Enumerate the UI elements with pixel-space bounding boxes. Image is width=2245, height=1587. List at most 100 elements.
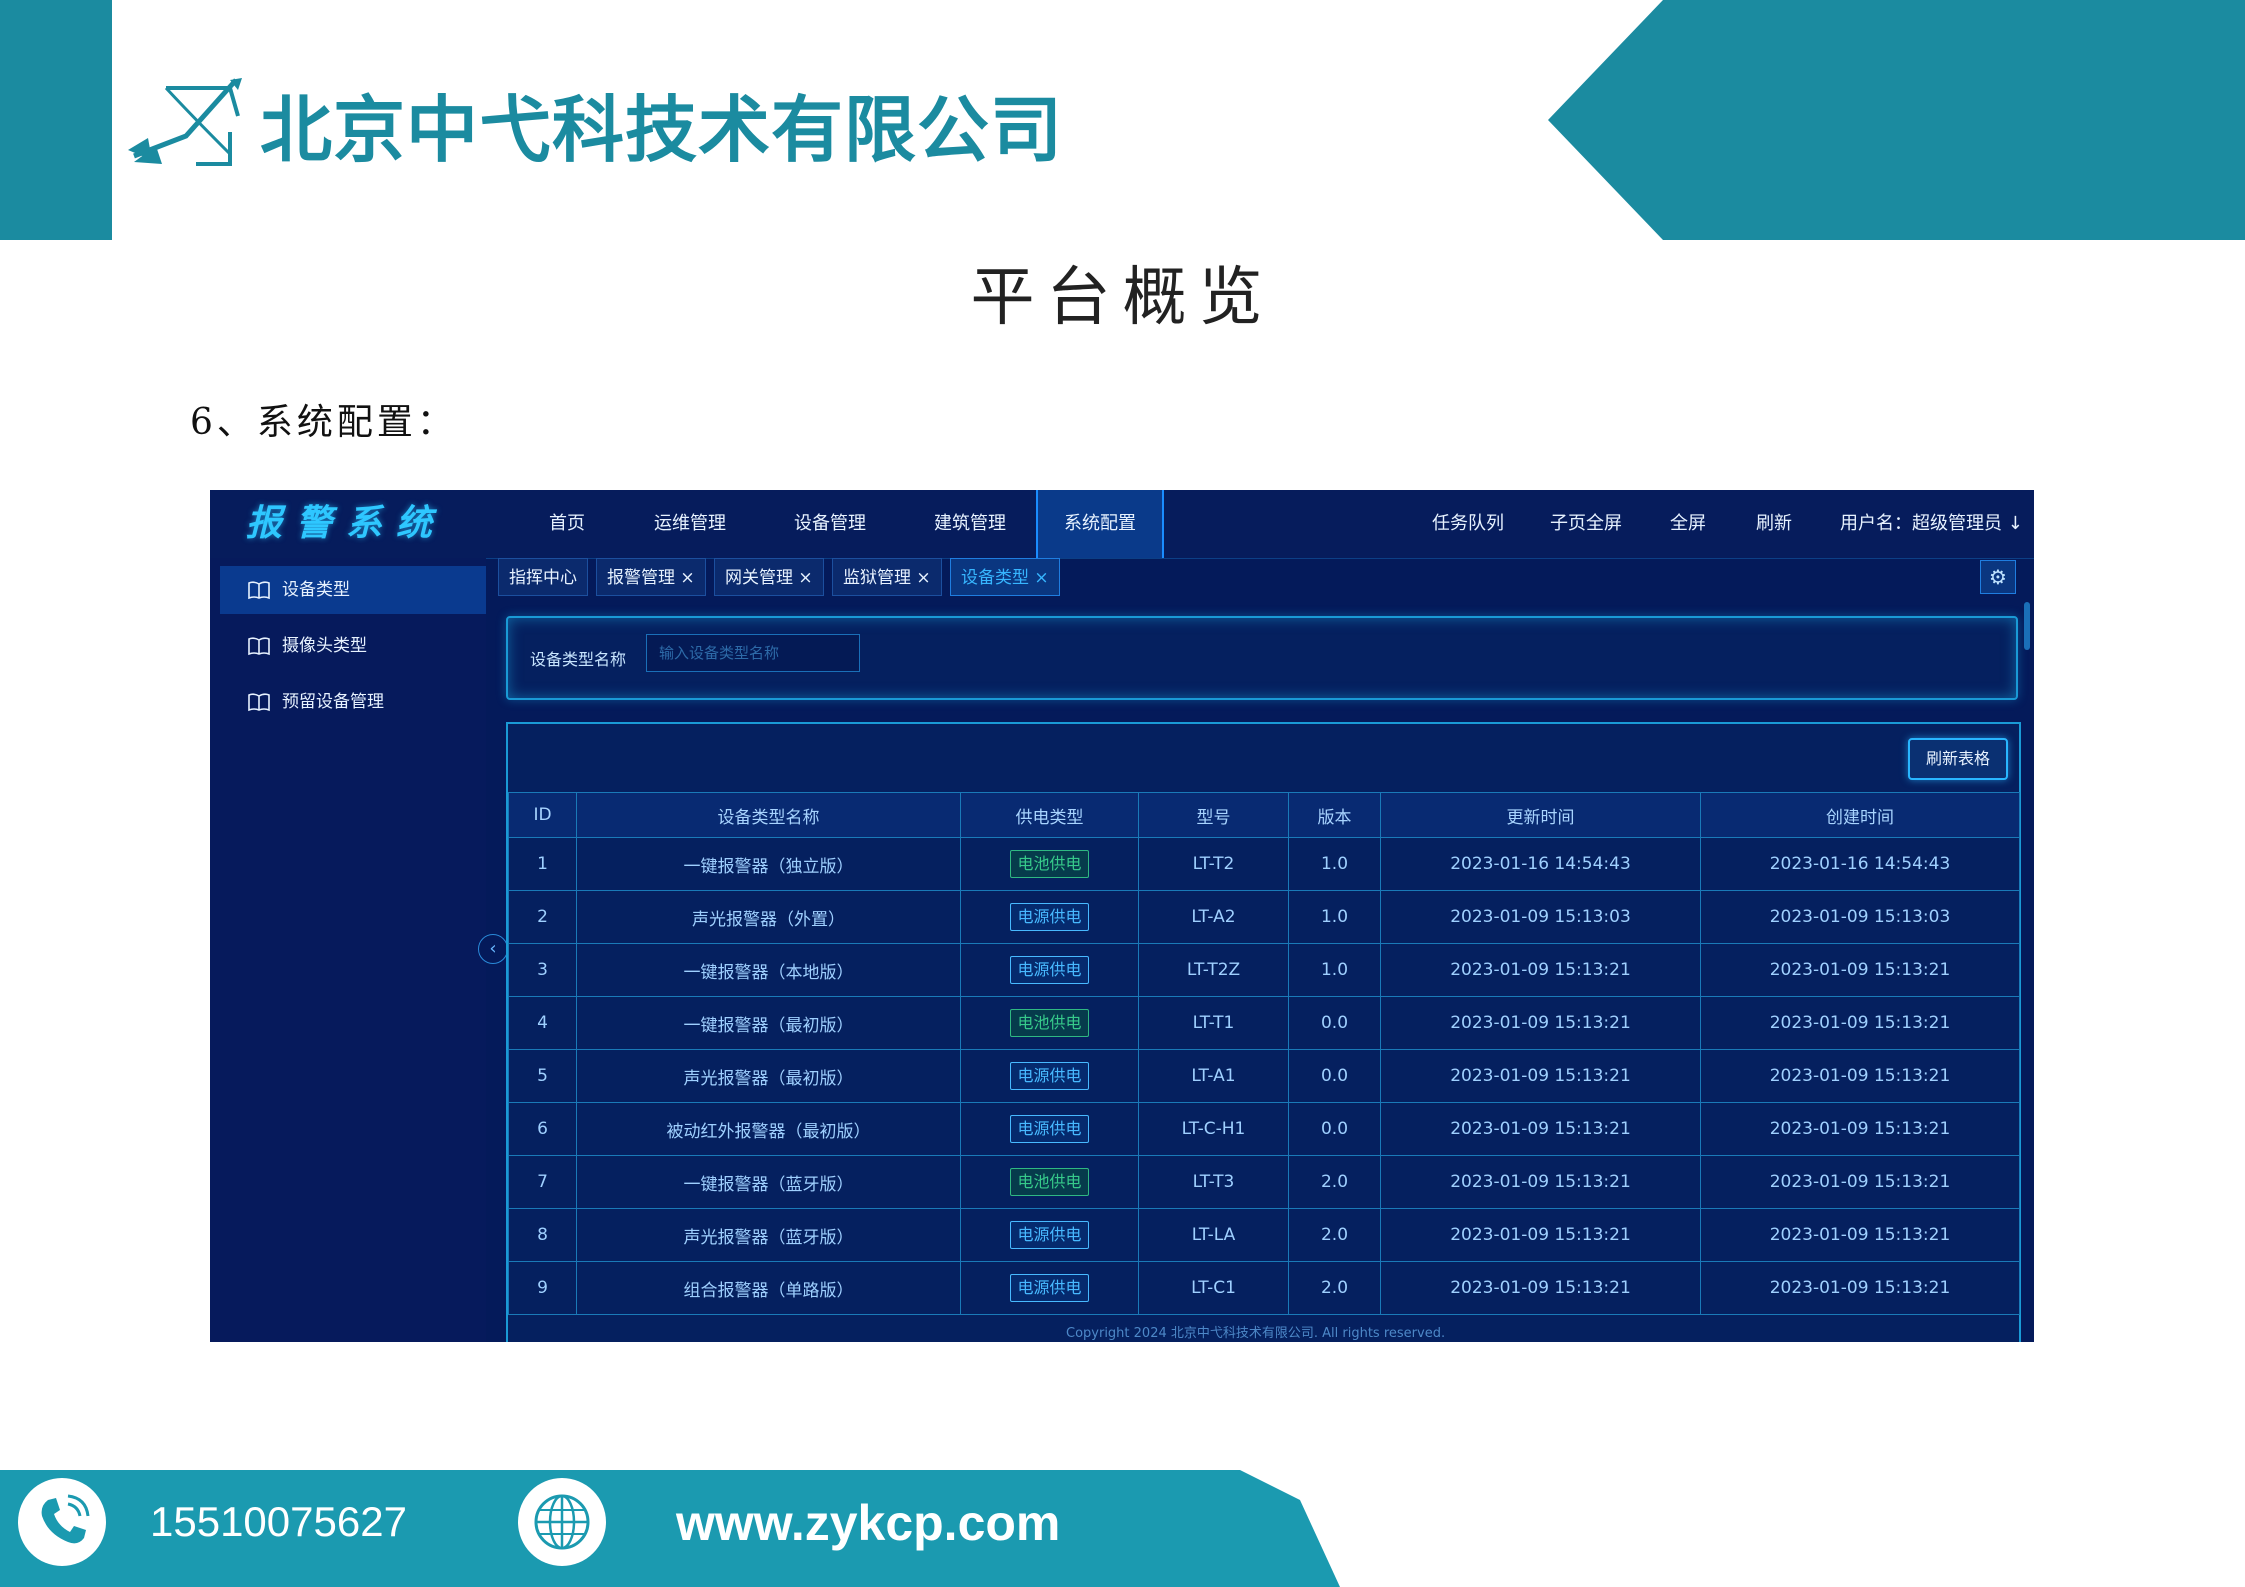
cell-name: 声光报警器（外置） bbox=[576, 890, 961, 944]
header-left-bar bbox=[0, 0, 112, 240]
book-icon bbox=[248, 637, 270, 656]
table-row[interactable]: 2 声光报警器（外置） 电源供电 LT-A2 1.0 2023-01-09 15:13:0… bbox=[508, 890, 2020, 944]
cell-model: LT-T2 bbox=[1138, 837, 1289, 891]
nav-buildings[interactable]: 建筑管理 bbox=[910, 490, 1030, 558]
power-type-badge: 电源供电 bbox=[1010, 956, 1089, 984]
cell-updated: 2023-01-09 15:13:21 bbox=[1380, 943, 1701, 997]
cell-updated: 2023-01-09 15:13:21 bbox=[1380, 1208, 1701, 1262]
cell-version: 1.0 bbox=[1288, 943, 1381, 997]
nav-devices[interactable]: 设备管理 bbox=[770, 490, 890, 558]
cell-id: 2 bbox=[508, 890, 577, 944]
cell-id: 1 bbox=[508, 837, 577, 891]
cell-model: LT-T1 bbox=[1138, 996, 1289, 1050]
book-icon bbox=[248, 693, 270, 712]
cell-updated: 2023-01-16 14:54:43 bbox=[1380, 837, 1701, 891]
cell-power-type: 电源供电 bbox=[960, 1208, 1139, 1262]
user-menu[interactable]: 用户名：超级管理员 ↓ bbox=[1840, 490, 2023, 558]
cell-version: 0.0 bbox=[1288, 1049, 1381, 1103]
cell-model: LT-LA bbox=[1138, 1208, 1289, 1262]
task-queue-button[interactable]: 任务队列 bbox=[1432, 490, 1504, 558]
cell-version: 2.0 bbox=[1288, 1261, 1381, 1315]
table-row[interactable]: 6 被动红外报警器（最初版） 电源供电 LT-C-H1 0.0 2023-01-09 15… bbox=[508, 1102, 2020, 1156]
cell-created: 2023-01-09 15:13:21 bbox=[1700, 1049, 2020, 1103]
page-title: 平台概览 bbox=[970, 261, 1275, 335]
table-row[interactable]: 9 组合报警器（单路版） 电源供电 LT-C1 2.0 2023-01-09 15:13:… bbox=[508, 1261, 2020, 1315]
cell-power-type: 电池供电 bbox=[960, 1155, 1139, 1209]
cell-created: 2023-01-09 15:13:03 bbox=[1700, 890, 2020, 944]
table-row[interactable]: 3 一键报警器（本地版） 电源供电 LT-T2Z 1.0 2023-01-09 15:13… bbox=[508, 943, 2020, 997]
cell-power-type: 电源供电 bbox=[960, 890, 1139, 944]
power-type-badge: 电源供电 bbox=[1010, 1274, 1089, 1302]
phone-icon bbox=[41, 1494, 90, 1544]
table-row[interactable]: 4 一键报警器（最初版） 电池供电 LT-T1 0.0 2023-01-09 15:13:… bbox=[508, 996, 2020, 1050]
scrollbar[interactable] bbox=[2024, 602, 2030, 650]
cell-updated: 2023-01-09 15:13:21 bbox=[1380, 996, 1701, 1050]
cell-name: 组合报警器（单路版） bbox=[576, 1261, 961, 1315]
search-input[interactable]: 输入设备类型名称 bbox=[646, 634, 860, 672]
cell-updated: 2023-01-09 15:13:21 bbox=[1380, 1261, 1701, 1315]
cell-power-type: 电源供电 bbox=[960, 943, 1139, 997]
copyright: Copyright 2024 北京中弋科技术有限公司. All rights r… bbox=[1066, 1326, 1446, 1341]
tab-alarm-management[interactable]: 报警管理 × bbox=[596, 558, 706, 596]
nav-home[interactable]: 首页 bbox=[522, 490, 612, 558]
cell-model: LT-T2Z bbox=[1138, 943, 1289, 997]
sidebar-item-label: 摄像头类型 bbox=[282, 636, 367, 656]
tab-prison-management[interactable]: 监狱管理 × bbox=[832, 558, 942, 596]
cell-id: 4 bbox=[508, 996, 577, 1050]
gear-icon[interactable]: ⚙ bbox=[1980, 560, 2016, 594]
sub-fullscreen-button[interactable]: 子页全屏 bbox=[1550, 490, 1622, 558]
column-header: 更新时间 bbox=[1380, 792, 1701, 838]
sidebar-collapse-icon[interactable]: ‹ bbox=[478, 934, 508, 964]
power-type-badge: 电源供电 bbox=[1010, 903, 1089, 931]
power-type-badge: 电池供电 bbox=[1010, 1168, 1089, 1196]
cell-created: 2023-01-16 14:54:43 bbox=[1700, 837, 2020, 891]
power-type-badge: 电源供电 bbox=[1010, 1221, 1089, 1249]
sidebar-item-label: 设备类型 bbox=[282, 580, 350, 600]
sidebar-item-reserved-devices[interactable]: 预留设备管理 bbox=[220, 678, 486, 726]
cell-created: 2023-01-09 15:13:21 bbox=[1700, 1261, 2020, 1315]
column-header: ID bbox=[508, 792, 577, 838]
cell-created: 2023-01-09 15:13:21 bbox=[1700, 943, 2020, 997]
nav-system-config[interactable]: 系统配置 bbox=[1036, 490, 1164, 558]
cell-updated: 2023-01-09 15:13:03 bbox=[1380, 890, 1701, 944]
cell-model: LT-A2 bbox=[1138, 890, 1289, 944]
table-row[interactable]: 5 声光报警器（最初版） 电源供电 LT-A1 0.0 2023-01-09 15:13:… bbox=[508, 1049, 2020, 1103]
table-row[interactable]: 7 一键报警器（蓝牙版） 电池供电 LT-T3 2.0 2023-01-09 15:13:… bbox=[508, 1155, 2020, 1209]
cell-version: 2.0 bbox=[1288, 1208, 1381, 1262]
refresh-button[interactable]: 刷新 bbox=[1756, 490, 1792, 558]
cell-created: 2023-01-09 15:13:21 bbox=[1700, 996, 2020, 1050]
table-panel: 刷新表格 ID 设备类型名称 供电类型 型号 版本 更新时间 创建时间 1 一键报… bbox=[506, 722, 2021, 1342]
power-type-badge: 电源供电 bbox=[1010, 1115, 1089, 1143]
fullscreen-button[interactable]: 全屏 bbox=[1670, 490, 1706, 558]
table-header-row: ID 设备类型名称 供电类型 型号 版本 更新时间 创建时间 bbox=[508, 792, 2020, 838]
cell-version: 0.0 bbox=[1288, 1102, 1381, 1156]
tab-device-type[interactable]: 设备类型 × bbox=[950, 558, 1060, 596]
table-row[interactable]: 1 一键报警器（独立版） 电池供电 LT-T2 1.0 2023-01-16 14:54:… bbox=[508, 837, 2020, 891]
power-type-badge: 电源供电 bbox=[1010, 1062, 1089, 1090]
cell-power-type: 电池供电 bbox=[960, 837, 1139, 891]
sidebar-item-label: 预留设备管理 bbox=[282, 692, 384, 712]
sidebar-item-camera-type[interactable]: 摄像头类型 bbox=[220, 622, 486, 670]
cell-id: 7 bbox=[508, 1155, 577, 1209]
cell-created: 2023-01-09 15:13:21 bbox=[1700, 1102, 2020, 1156]
app-logo: 报警系统 bbox=[246, 503, 447, 544]
company-logo-icon bbox=[128, 78, 242, 166]
tab-gateway-management[interactable]: 网关管理 × bbox=[714, 558, 824, 596]
refresh-table-button[interactable]: 刷新表格 bbox=[1908, 738, 2008, 780]
cell-updated: 2023-01-09 15:13:21 bbox=[1380, 1049, 1701, 1103]
nav-ops[interactable]: 运维管理 bbox=[630, 490, 750, 558]
section-heading: 6、系统配置： bbox=[190, 402, 457, 443]
company-name: 北京中弋科技术有限公司 bbox=[260, 88, 1064, 172]
cell-name: 一键报警器（蓝牙版） bbox=[576, 1155, 961, 1209]
phone-number: 15510075627 bbox=[150, 1498, 407, 1545]
cell-id: 3 bbox=[508, 943, 577, 997]
website-link[interactable]: www.zykcp.com bbox=[676, 1494, 1060, 1552]
cell-updated: 2023-01-09 15:13:21 bbox=[1380, 1102, 1701, 1156]
cell-model: LT-A1 bbox=[1138, 1049, 1289, 1103]
table-row[interactable]: 8 声光报警器（蓝牙版） 电源供电 LT-LA 2.0 2023-01-09 15:13:… bbox=[508, 1208, 2020, 1262]
cell-id: 9 bbox=[508, 1261, 577, 1315]
tab-command-center[interactable]: 指挥中心 bbox=[498, 558, 588, 596]
cell-power-type: 电池供电 bbox=[960, 996, 1139, 1050]
cell-id: 8 bbox=[508, 1208, 577, 1262]
sidebar-item-device-type[interactable]: 设备类型 bbox=[220, 566, 486, 614]
